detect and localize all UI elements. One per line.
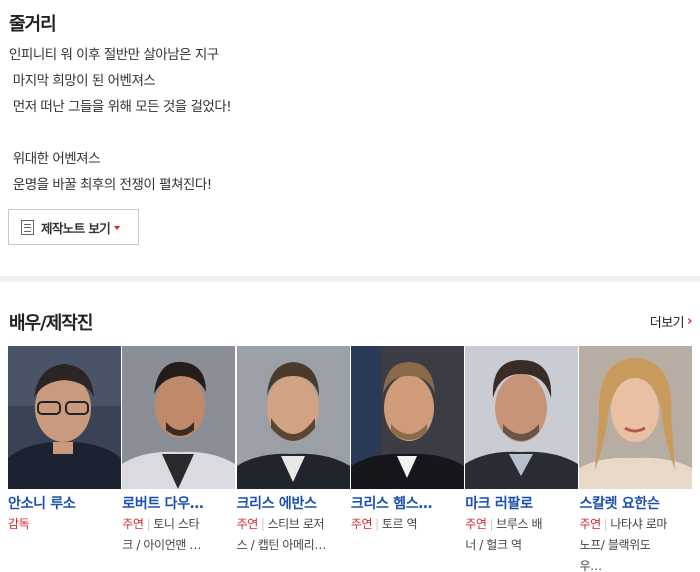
cast-role: 주연 | 브루스 배 (465, 514, 575, 535)
cast-card[interactable]: 로버트 다우… 주연 | 토니 스타 크 / 아이언맨 … (122, 346, 236, 572)
synopsis-line: 마지막 희망이 된 어벤져스 (9, 73, 156, 89)
caret-down-icon (114, 225, 121, 230)
role-type: 주연 (122, 517, 144, 531)
synopsis-line: 먼저 떠난 그들을 위해 모든 것을 걸었다! (9, 99, 232, 115)
synopsis-title: 줄거리 (9, 14, 57, 35)
more-label: 더보기 (649, 316, 685, 331)
cast-name[interactable]: 마크 러팔로 (465, 494, 573, 514)
cast-card[interactable]: 크리스 에반스 주연 | 스티브 로저 스 / 캡틴 아메리… (236, 346, 351, 572)
production-note-button[interactable]: 제작노트 보기 (8, 209, 139, 245)
cast-name[interactable]: 크리스 에반스 (237, 494, 345, 514)
cast-photo[interactable] (8, 346, 121, 489)
cast-photo[interactable] (350, 346, 464, 489)
role-name: 나타샤 로마 (610, 517, 668, 531)
cast-role-cont: 노프/ 블랙위도 (579, 538, 651, 552)
more-link[interactable]: 더보기 › (649, 312, 693, 331)
role-separator: | (489, 517, 494, 531)
role-type: 감독 (8, 517, 30, 531)
role-type: 주연 (350, 517, 373, 531)
cast-list: 안소니 루소 감독 로버트 다우… 주연|토니 스타 크 / 아이언맨 … (8, 346, 694, 572)
role-type: 주연 (465, 517, 487, 531)
synopsis-line (9, 120, 231, 146)
role-separator: | (603, 517, 608, 531)
cast-role: 주연 | 스티브 로저 (237, 514, 347, 535)
cast-photo[interactable] (579, 346, 693, 489)
cast-role: 주연 | 토니 스타 (122, 514, 232, 535)
cast-name[interactable]: 스칼렛 요한슨 (579, 494, 687, 514)
chevron-right-icon: › (687, 314, 692, 329)
role-name: 토니 스타 (153, 517, 200, 531)
role-type: 주연 (236, 517, 259, 531)
cast-name[interactable]: 안소니 루소 (8, 494, 116, 514)
cast-role: 주연 | 토르 역 (351, 514, 461, 535)
cast-card[interactable]: 마크 러팔로 주연 | 브루스 배 너 / 헐크 역 (465, 346, 579, 572)
role-type: 주연 (579, 517, 601, 531)
cast-photo[interactable] (122, 346, 236, 489)
section-divider (0, 276, 700, 282)
role-name: 토르 역 (381, 517, 418, 531)
cast-role-cont: 스 / 캡틴 아메리… (236, 538, 327, 552)
cast-name[interactable]: 크리스 헴스… (351, 494, 459, 514)
role-separator: | (260, 517, 265, 531)
role-separator: | (146, 517, 151, 531)
cast-role-cont: 우… (579, 559, 602, 572)
production-note-label: 제작노트 보기 (41, 220, 111, 236)
role-name: 스티브 로저 (267, 517, 325, 531)
cast-role: 주연 | 나타샤 로마 (579, 514, 689, 535)
synopsis-text: 인피니티 워 이후 절반만 살아남은 지구 마지막 희망이 된 어벤져스 먼저 … (9, 42, 232, 198)
cast-name[interactable]: 로버트 다우… (122, 494, 230, 514)
document-icon (21, 219, 34, 235)
role-name: 브루스 배 (496, 517, 543, 531)
cast-role-cont: 크 / 아이언맨 … (122, 538, 201, 552)
cast-card[interactable]: 스칼렛 요한슨 주연 | 나타샤 로마 노프/ 블랙위도 우… (579, 346, 693, 572)
synopsis-line: 인피니티 워 이후 절반만 살아남은 지구 (9, 47, 219, 63)
cast-role-cont: 너 / 헐크 역 (465, 538, 522, 552)
role-separator: | (375, 517, 379, 531)
synopsis-section: 줄거리 인피니티 워 이후 절반만 살아남은 지구 마지막 희망이 된 어벤져스… (0, 0, 700, 276)
cast-photo[interactable] (236, 346, 350, 489)
synopsis-line: 운명을 바꿀 최후의 전쟁이 펼쳐진다! (9, 177, 212, 193)
cast-card[interactable]: 안소니 루소 감독 (8, 346, 122, 572)
cast-role: 감독 (8, 514, 118, 535)
cast-title: 배우/제작진 (9, 313, 93, 334)
cast-card[interactable]: 크리스 헴스… 주연 | 토르 역 (350, 346, 465, 572)
cast-photo[interactable] (465, 346, 579, 489)
synopsis-line: 위대한 어벤져스 (9, 151, 101, 167)
